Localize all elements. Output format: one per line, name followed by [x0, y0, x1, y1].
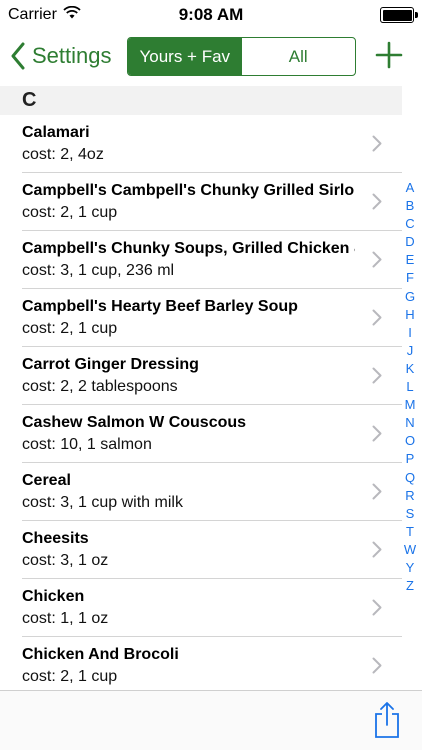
index-letter[interactable]: H [405, 306, 414, 324]
index-letter[interactable]: P [406, 450, 415, 468]
index-letter[interactable]: M [405, 396, 416, 414]
index-letter[interactable]: B [406, 197, 415, 215]
index-letter[interactable]: A [406, 179, 415, 197]
chevron-right-icon [372, 541, 382, 558]
index-letter[interactable]: J [407, 342, 414, 360]
item-subtitle: cost: 2, 4oz [22, 146, 104, 163]
nav-bar: Settings Yours + Fav All [0, 30, 422, 86]
item-subtitle: cost: 3, 1 cup, 236 ml [22, 262, 175, 279]
chevron-right-icon [372, 193, 382, 210]
item-title: Campbell's Chunky Soups, Grilled Chicken… [22, 240, 355, 257]
share-icon [372, 702, 402, 743]
index-letter[interactable]: R [405, 487, 414, 505]
segment-all[interactable]: All [242, 38, 356, 75]
add-button[interactable] [374, 40, 404, 70]
chevron-right-icon [372, 367, 382, 384]
back-button[interactable]: Settings [10, 38, 112, 74]
item-subtitle: cost: 2, 1 cup [22, 204, 118, 221]
plus-icon [374, 41, 404, 74]
index-letter[interactable]: C [405, 215, 414, 233]
chevron-right-icon [372, 135, 382, 152]
index-letter[interactable]: O [405, 432, 415, 450]
chevron-right-icon [372, 251, 382, 268]
list-item[interactable]: Carrot Ginger Dressing cost: 2, 2 tablesp… [0, 347, 402, 405]
list-item[interactable]: Campbell's Chunky Soups, Grilled Chicken… [0, 231, 402, 289]
index-letter[interactable]: W [404, 541, 416, 559]
item-title: Chicken [22, 588, 85, 605]
list-item[interactable]: Cheesits cost: 3, 1 oz [0, 521, 402, 579]
status-bar: Carrier 9:08 AM [0, 0, 422, 30]
segmented-control: Yours + Fav All [127, 37, 356, 76]
chevron-right-icon [372, 657, 382, 674]
index-letter[interactable]: Z [406, 577, 414, 595]
item-title: Cashew Salmon W Couscous [22, 414, 247, 431]
item-title: Campbell's Hearty Beef Barley Soup [22, 298, 298, 315]
item-title: Campbell's Cambpell's Chunky Grilled Sir… [22, 182, 355, 199]
chevron-right-icon [372, 483, 382, 500]
item-subtitle: cost: 2, 2 tablespoons [22, 378, 178, 395]
item-subtitle: cost: 2, 1 cup [22, 320, 118, 337]
bottom-toolbar [0, 690, 422, 750]
section-header: C [0, 86, 402, 115]
list-item[interactable]: Calamari cost: 2, 4oz [0, 115, 402, 173]
list-item[interactable]: Chicken And Brocoli cost: 2, 1 cup [0, 637, 402, 695]
chevron-left-icon [10, 42, 26, 70]
item-subtitle: cost: 3, 1 cup with milk [22, 494, 183, 511]
index-letter[interactable]: F [406, 269, 414, 287]
segment-yours-fav[interactable]: Yours + Fav [128, 38, 242, 75]
list-item[interactable]: Cereal cost: 3, 1 cup with milk [0, 463, 402, 521]
item-subtitle: cost: 10, 1 salmon [22, 436, 152, 453]
index-letter[interactable]: I [408, 324, 412, 342]
item-title: Chicken And Brocoli [22, 646, 179, 663]
back-label: Settings [32, 43, 112, 68]
index-letter[interactable]: Y [406, 559, 415, 577]
index-letter[interactable]: E [406, 251, 415, 269]
index-letter[interactable]: T [406, 523, 414, 541]
list-item[interactable]: Campbell's Hearty Beef Barley Soup cost: … [0, 289, 402, 347]
chevron-right-icon [372, 309, 382, 326]
list-item[interactable]: Cashew Salmon W Couscous cost: 10, 1 salm… [0, 405, 402, 463]
index-letter[interactable]: S [406, 505, 415, 523]
chevron-right-icon [372, 425, 382, 442]
item-subtitle: cost: 1, 1 oz [22, 610, 109, 627]
item-title: Carrot Ginger Dressing [22, 356, 199, 373]
list-item[interactable]: Chicken cost: 1, 1 oz [0, 579, 402, 637]
index-letter[interactable]: Q [405, 469, 415, 487]
index-letter[interactable]: D [405, 233, 414, 251]
item-subtitle: cost: 2, 1 cup [22, 668, 118, 685]
item-title: Cereal [22, 472, 71, 489]
battery-icon [380, 7, 418, 23]
item-subtitle: cost: 3, 1 oz [22, 552, 109, 569]
index-letter[interactable]: N [405, 414, 414, 432]
list-item[interactable]: Campbell's Cambpell's Chunky Grilled Sir… [0, 173, 402, 231]
food-list: Calamari cost: 2, 4oz Campbell's Cambpell'… [0, 115, 402, 695]
index-letter[interactable]: G [405, 288, 415, 306]
index-letter[interactable]: K [406, 360, 415, 378]
item-title: Calamari [22, 124, 90, 141]
index-letter[interactable]: L [406, 378, 413, 396]
share-button[interactable] [372, 701, 402, 739]
chevron-right-icon [372, 599, 382, 616]
alphabet-index[interactable]: ABCDEFGHIJKLMNOPQRSTWYZ [403, 179, 417, 595]
status-time: 9:08 AM [178, 5, 244, 24]
item-title: Cheesits [22, 530, 89, 547]
